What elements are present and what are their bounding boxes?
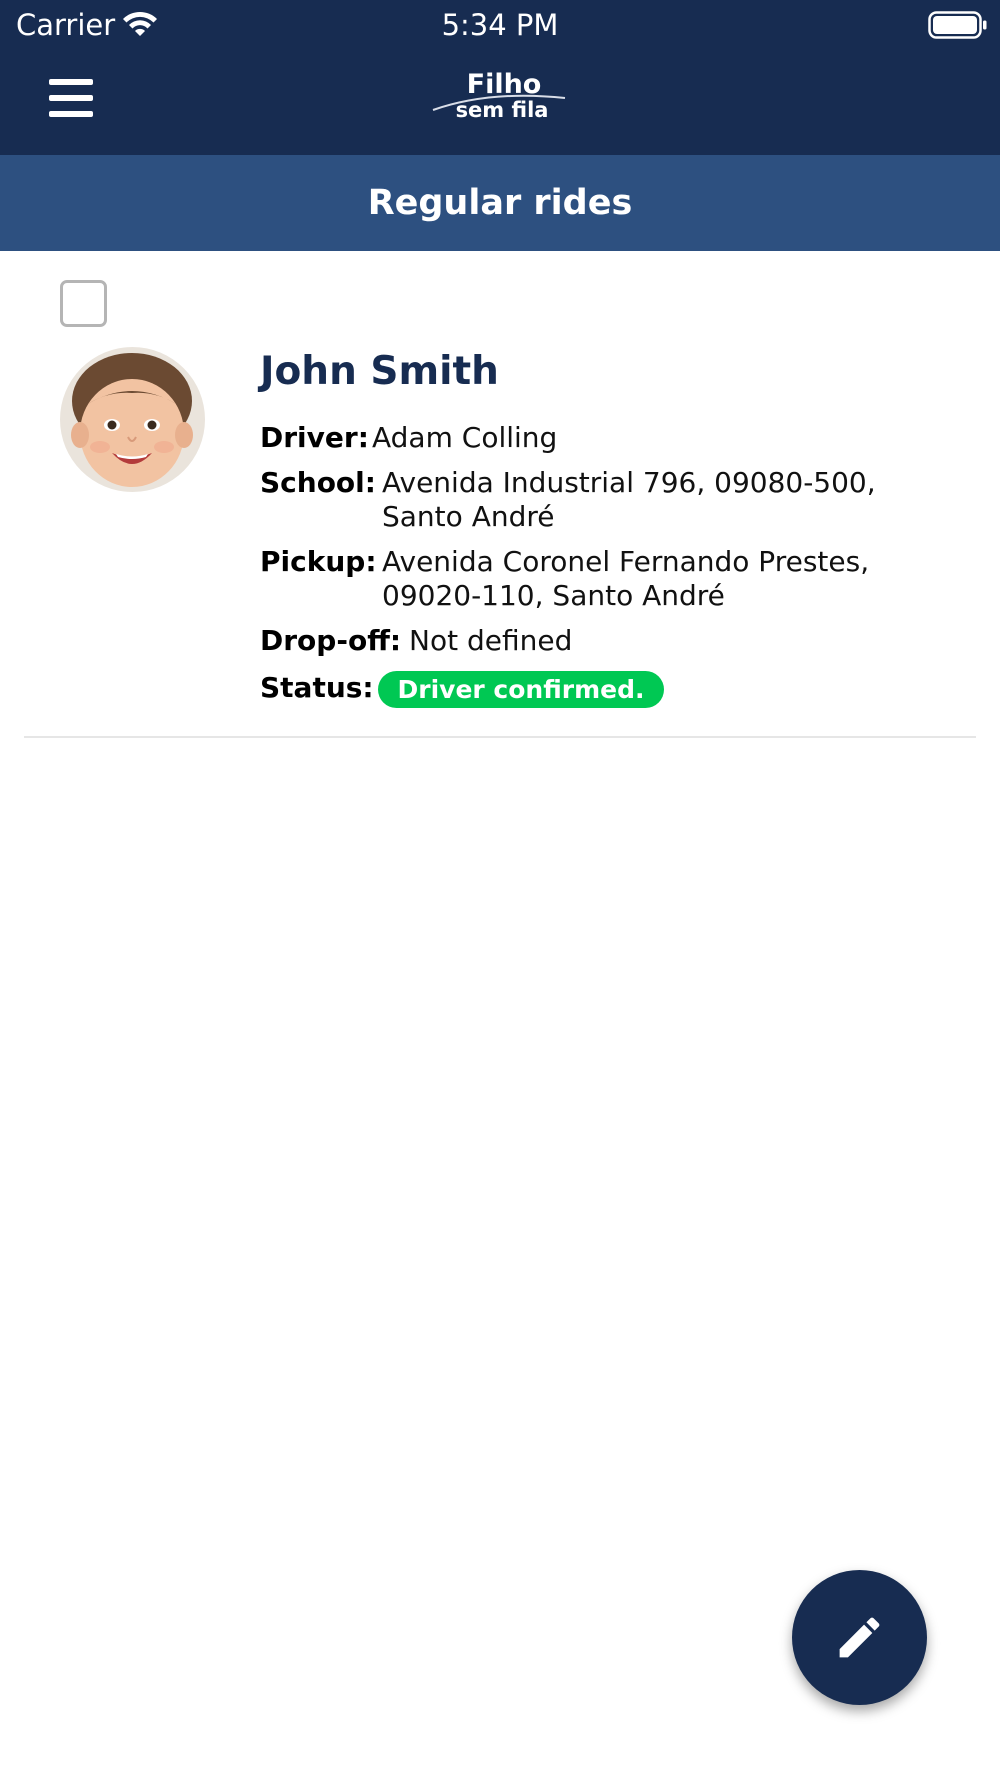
battery-icon xyxy=(928,11,987,39)
pencil-icon xyxy=(839,1617,880,1658)
pickup-label: Pickup: xyxy=(260,545,377,578)
status-time: 5:34 PM xyxy=(441,8,559,42)
logo-text-sem-fila: sem fila xyxy=(455,98,549,122)
pickup-address-line2: 09020-110, Santo André xyxy=(382,579,725,612)
driver-value: Adam Colling xyxy=(372,421,558,454)
ride-card[interactable]: John Smith Driver: Adam Colling School: … xyxy=(24,251,976,738)
ride-select-checkbox[interactable] xyxy=(60,280,107,327)
school-label: School: xyxy=(260,466,376,499)
edit-fab-button[interactable] xyxy=(792,1570,927,1705)
status-badge: Driver confirmed. xyxy=(378,671,664,708)
top-bar: Carrier 5:34 PM Filho sem fila xyxy=(0,0,1000,155)
status-label: Status: xyxy=(260,671,374,704)
regular-rides-screen: Carrier 5:34 PM Filho sem fila Regular r… xyxy=(0,0,1000,1778)
dropoff-value: Not defined xyxy=(409,624,573,657)
dropoff-label: Drop-off: xyxy=(260,624,402,657)
driver-label: Driver: xyxy=(260,421,369,454)
filho-sem-fila-logo: Filho sem fila xyxy=(430,68,570,128)
pickup-address-line1: Avenida Coronel Fernando Prestes, xyxy=(382,545,870,578)
child-avatar xyxy=(60,347,205,492)
child-name: John Smith xyxy=(260,349,499,394)
logo-text-filho: Filho xyxy=(466,69,542,100)
school-address-line1: Avenida Industrial 796, 09080-500, xyxy=(382,466,876,499)
hamburger-menu-icon[interactable] xyxy=(46,75,96,123)
school-address-line2: Santo André xyxy=(382,500,555,533)
section-header: Regular rides xyxy=(0,155,1000,251)
page-title: Regular rides xyxy=(367,183,633,223)
ride-divider xyxy=(24,736,976,738)
